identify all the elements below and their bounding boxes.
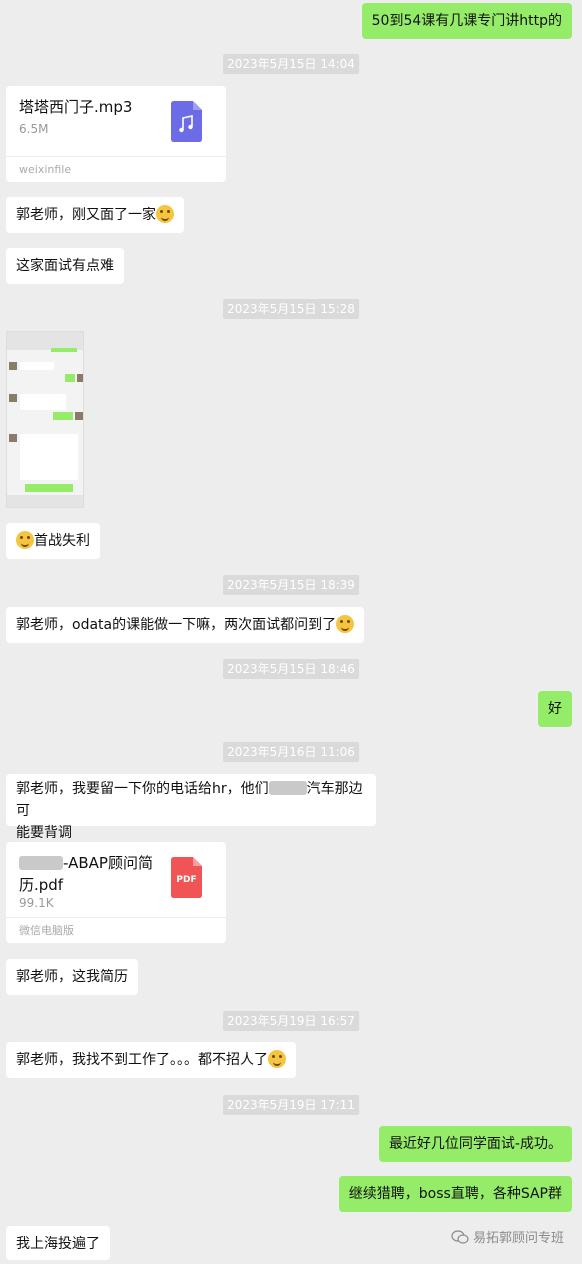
message-bubble-self[interactable]: 好	[538, 691, 572, 727]
message-text: 好	[548, 701, 562, 717]
message-text: 50到54课有几课专门讲http的	[371, 13, 562, 29]
message-text: 我上海投遍了	[16, 1236, 100, 1252]
redacted-text	[268, 781, 307, 795]
file-card[interactable]: -ABAP顾问简历.pdf 99.1K PDF 微信电脑版	[6, 842, 226, 943]
file-source: weixinfile	[6, 156, 226, 182]
timestamp: 2023年5月19日 16:57	[223, 1011, 359, 1031]
file-name-part: -ABAP顾问简	[63, 854, 153, 872]
flushed-emoji-icon	[268, 1050, 286, 1068]
message-text: 郭老师，我找不到工作了。。。都不招人了	[16, 1052, 268, 1068]
message-text: 郭老师，刚又面了一家	[16, 207, 156, 223]
message-bubble-other[interactable]: 郭老师，我要留一下你的电话给hr，他们 汽车那边可 能要背调	[6, 774, 376, 841]
message-text: 郭老师，odata的课能做一下嘛，两次面试都问到了	[16, 617, 337, 633]
timestamp: 2023年5月15日 18:46	[223, 659, 359, 679]
wechat-icon	[451, 1230, 469, 1244]
message-text: 最近好几位同学面试-成功。	[388, 1136, 562, 1152]
laugh-emoji-icon	[336, 615, 355, 633]
file-card[interactable]: 塔塔西门子.mp3 6.5M weixinfile	[6, 86, 226, 182]
message-bubble-other[interactable]: 首战失利	[6, 523, 100, 559]
message-text: 郭老师，我要留一下你的电话给hr，他们	[16, 781, 269, 797]
redacted-text	[19, 856, 63, 870]
watermark: 易拓郭顾问专班	[451, 1228, 564, 1250]
laugh-emoji-icon	[16, 531, 34, 549]
file-name: -ABAP顾问简历.pdf	[19, 852, 159, 896]
file-source: 微信电脑版	[6, 917, 226, 943]
message-bubble-self[interactable]: 继续猎聘，boss直聘，各种SAP群	[338, 1176, 572, 1212]
pdf-file-icon: PDF	[171, 857, 202, 898]
file-size: 6.5M	[19, 122, 49, 136]
timestamp: 2023年5月16日 11:06	[223, 742, 359, 762]
watermark-text: 易拓郭顾问专班	[472, 1231, 564, 1246]
message-bubble-other[interactable]: 郭老师，我找不到工作了。。。都不招人了	[6, 1042, 296, 1078]
file-name: 塔塔西门子.mp3	[19, 98, 133, 116]
message-text: 首战失利	[34, 533, 90, 549]
message-bubble-self[interactable]: 最近好几位同学面试-成功。	[378, 1126, 572, 1162]
pdf-badge: PDF	[176, 875, 197, 885]
message-bubble-self[interactable]: 50到54课有几课专门讲http的	[361, 3, 572, 39]
timestamp: 2023年5月15日 14:04	[223, 54, 359, 74]
message-text: 能要背调	[16, 825, 72, 841]
laugh-emoji-icon	[156, 205, 174, 223]
message-bubble-other[interactable]: 郭老师，这我简历	[6, 959, 138, 995]
chat-screenshot-image[interactable]	[6, 331, 84, 508]
message-bubble-other[interactable]: 我上海投遍了	[6, 1226, 110, 1260]
message-bubble-other[interactable]: 郭老师，刚又面了一家	[6, 197, 184, 233]
message-bubble-other[interactable]: 这家面试有点难	[6, 248, 124, 284]
timestamp: 2023年5月15日 15:28	[223, 299, 359, 319]
message-text: 继续猎聘，boss直聘，各种SAP群	[348, 1186, 562, 1202]
message-text: 郭老师，这我简历	[16, 969, 128, 985]
timestamp: 2023年5月15日 18:39	[223, 575, 359, 595]
message-bubble-other[interactable]: 郭老师，odata的课能做一下嘛，两次面试都问到了	[6, 607, 365, 643]
music-file-icon	[171, 101, 202, 142]
file-name-part: 历.pdf	[19, 876, 64, 894]
file-size: 99.1K	[19, 896, 54, 910]
message-text: 这家面试有点难	[16, 258, 114, 274]
timestamp: 2023年5月19日 17:11	[223, 1095, 359, 1115]
